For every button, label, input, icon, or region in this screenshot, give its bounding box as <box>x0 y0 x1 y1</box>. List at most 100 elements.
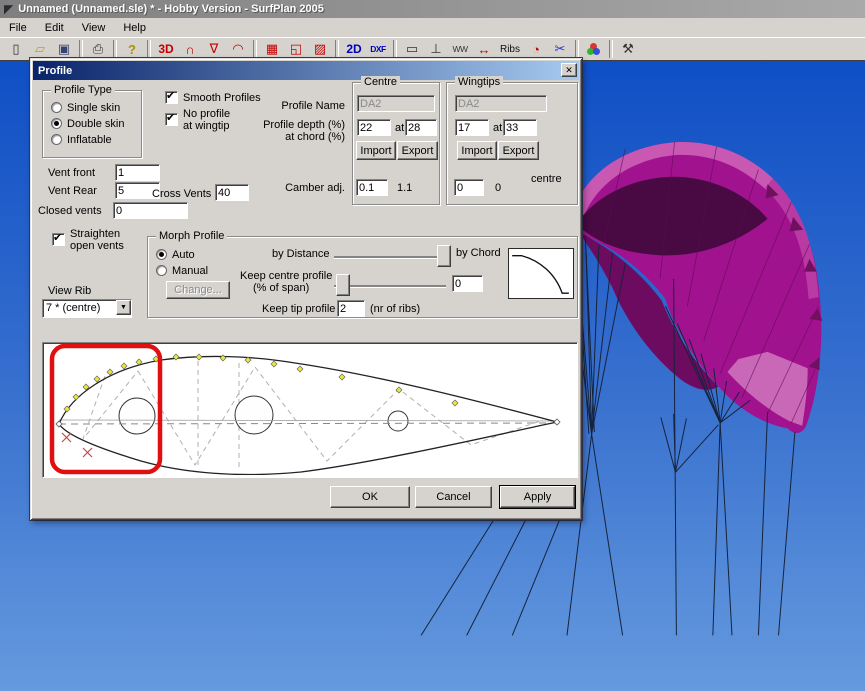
ribs-icon[interactable]: Ribs <box>496 39 524 59</box>
wingtips-at-label: at <box>493 122 502 135</box>
profile-depth-label: Profile depth (%) <box>225 119 345 132</box>
centre-depth-field[interactable] <box>357 119 391 136</box>
by-chord-label: by Chord <box>456 247 501 260</box>
radio-inflatable[interactable] <box>51 134 62 145</box>
radio-morph-auto[interactable] <box>156 249 167 260</box>
toolbar-separator <box>609 40 613 58</box>
toolbar-separator <box>393 40 397 58</box>
change-button[interactable]: Change... <box>166 281 230 299</box>
by-distance-label: by Distance <box>272 248 329 261</box>
arc-icon[interactable]: ∩ <box>178 39 202 59</box>
wingtips-export-button[interactable]: Export <box>498 141 539 160</box>
centre-import-button[interactable]: Import <box>356 141 396 160</box>
centre-group: Centre at Import Export 1.1 <box>352 82 440 205</box>
ruler-icon[interactable]: ▭ <box>400 39 424 59</box>
profile-type-group: Profile Type Single skin Double skin Inf… <box>42 90 142 158</box>
vent-front-label: Vent front <box>48 167 95 180</box>
closed-vents-label: Closed vents <box>38 205 102 218</box>
apply-button[interactable]: Apply <box>500 486 575 508</box>
new-document-icon[interactable]: ▯ <box>4 39 28 59</box>
centre-chord-field[interactable] <box>405 119 437 136</box>
centre-camber-factor: 1.1 <box>397 182 412 195</box>
morph-manual-label: Manual <box>172 265 208 278</box>
hammer-icon[interactable]: ⚒ <box>616 39 640 59</box>
vent-front-field[interactable] <box>115 164 160 181</box>
toolbar-separator <box>147 40 151 58</box>
morph-slider-thumb[interactable] <box>437 245 451 267</box>
closed-vents-field[interactable] <box>113 202 188 219</box>
profile-drawing-area[interactable] <box>42 342 578 478</box>
centre-camber-field[interactable] <box>356 179 388 196</box>
shaded-panel-icon[interactable]: ▨ <box>308 39 332 59</box>
radio-single-skin[interactable] <box>51 102 62 113</box>
cancel-button[interactable]: Cancel <box>415 486 492 508</box>
view-rib-combobox[interactable]: 7 * (centre) ▼ <box>42 299 132 318</box>
radio-morph-manual[interactable] <box>156 265 167 276</box>
wingtips-profile-name-field[interactable] <box>455 95 547 112</box>
radio-double-skin[interactable] <box>51 118 62 129</box>
keep-tip-field[interactable] <box>337 300 365 317</box>
wingtips-depth-field[interactable] <box>455 119 489 136</box>
dome-icon[interactable]: ◠ <box>226 39 250 59</box>
bridle-lines-icon[interactable]: WW <box>448 39 472 59</box>
single-skin-label: Single skin <box>67 102 120 115</box>
pct-span-label: (% of span) <box>253 282 309 295</box>
panel-icon[interactable]: ◱ <box>284 39 308 59</box>
keep-centre-slider-thumb[interactable] <box>336 274 350 296</box>
menu-help[interactable]: Help <box>114 20 155 36</box>
help-icon[interactable]: ? <box>120 39 144 59</box>
print-icon[interactable]: ⎙ <box>86 39 110 59</box>
wingtips-legend: Wingtips <box>455 76 503 88</box>
ok-button[interactable]: OK <box>330 486 410 508</box>
gauge-icon[interactable]: ◔ <box>524 39 548 59</box>
keep-centre-field[interactable] <box>452 275 483 292</box>
cross-vents-field[interactable] <box>215 184 249 201</box>
morph-profile-legend: Morph Profile <box>156 230 227 242</box>
view-rib-label: View Rib <box>48 285 91 298</box>
plumb-icon[interactable]: ⊥ <box>424 39 448 59</box>
close-icon[interactable]: ✕ <box>561 63 577 77</box>
wingtips-camber-factor: 0 <box>495 182 501 195</box>
window-title: Unnamed (Unnamed.sle) * - Hobby Version … <box>18 3 324 15</box>
profile-type-legend: Profile Type <box>51 84 115 96</box>
profile-name-label: Profile Name <box>225 100 345 113</box>
harp-icon[interactable]: ∇ <box>202 39 226 59</box>
wingtips-chord-field[interactable] <box>503 119 537 136</box>
centre-profile-name-field[interactable] <box>357 95 435 112</box>
span-icon[interactable]: ↔ <box>472 39 496 59</box>
centre-side-label: centre <box>531 173 562 186</box>
keep-centre-slider-track[interactable] <box>334 285 446 288</box>
double-skin-label: Double skin <box>67 118 124 131</box>
menu-view[interactable]: View <box>73 20 115 36</box>
inflatable-label: Inflatable <box>67 134 112 147</box>
open-folder-icon[interactable]: ▱ <box>28 39 52 59</box>
nr-ribs-label: (nr of ribs) <box>370 303 420 316</box>
menu-edit[interactable]: Edit <box>36 20 73 36</box>
profile-dialog: Profile ✕ Profile Type Single skin Doubl… <box>30 58 582 520</box>
no-profile-label-1: No profile <box>183 108 230 121</box>
save-icon[interactable]: ▣ <box>52 39 76 59</box>
straighten-label-1: Straighten <box>70 228 120 241</box>
chevron-down-icon[interactable]: ▼ <box>116 300 131 315</box>
morph-slider-track[interactable] <box>334 256 450 259</box>
3d-view-icon[interactable]: 3D <box>154 39 178 59</box>
dxf-export-icon[interactable]: DXF <box>366 39 390 59</box>
app-icon: ◤ <box>4 2 13 16</box>
window-titlebar: ◤ Unnamed (Unnamed.sle) * - Hobby Versio… <box>0 0 865 18</box>
wingtips-import-button[interactable]: Import <box>457 141 497 160</box>
airfoil-drawing <box>43 343 575 475</box>
keep-centre-label: Keep centre profile <box>240 270 332 283</box>
straighten-checkbox[interactable]: ✔ <box>52 233 65 246</box>
centre-legend: Centre <box>361 76 400 88</box>
morph-auto-label: Auto <box>172 249 195 262</box>
scissors-icon[interactable]: ✂ <box>548 39 572 59</box>
smooth-profiles-checkbox[interactable]: ✔ <box>165 91 178 104</box>
menu-file[interactable]: File <box>0 20 36 36</box>
centre-export-button[interactable]: Export <box>397 141 438 160</box>
no-profile-checkbox[interactable]: ✔ <box>165 113 178 126</box>
no-profile-label-2: at wingtip <box>183 120 229 133</box>
2d-view-icon[interactable]: 2D <box>342 39 366 59</box>
colors-icon[interactable] <box>582 39 606 59</box>
grid-icon[interactable]: ▦ <box>260 39 284 59</box>
wingtips-camber-field[interactable] <box>454 179 484 196</box>
